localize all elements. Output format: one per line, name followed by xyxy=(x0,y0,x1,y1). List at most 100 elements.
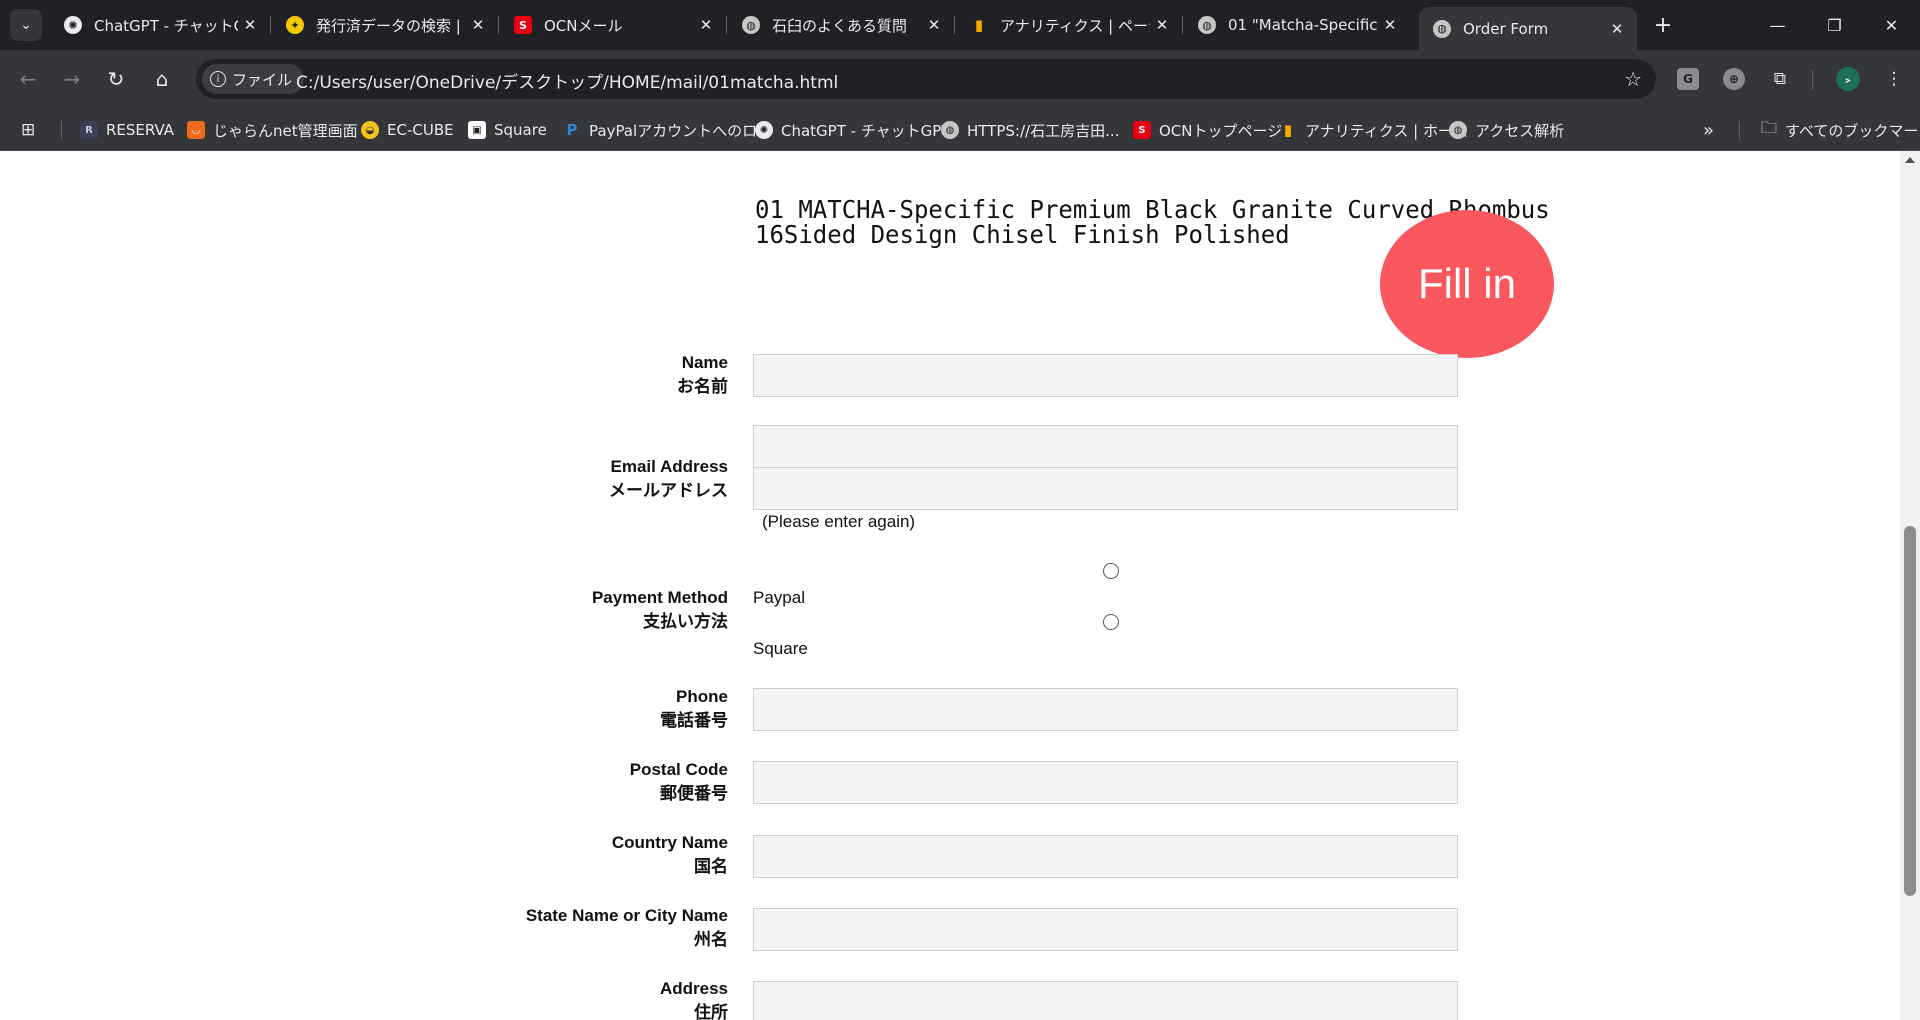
tab-title: 01 "Matcha-Specific" xyxy=(1228,16,1378,34)
extensions-button[interactable]: ⧉ xyxy=(1764,63,1796,95)
page-scrollbar[interactable] xyxy=(1900,151,1920,1020)
paypal-icon: P xyxy=(566,121,578,139)
order-form-page: 01 MATCHA-Specific Premium Black Granite… xyxy=(0,151,1900,1020)
new-tab-button[interactable]: + xyxy=(1649,12,1677,38)
phone-label: Phone 電話番号 xyxy=(660,687,728,730)
close-icon: ✕ xyxy=(1884,15,1899,35)
more-bookmarks-button[interactable]: » xyxy=(1703,119,1714,141)
postal-code-label: Postal Code 郵便番号 xyxy=(629,760,728,803)
close-icon[interactable]: ✕ xyxy=(466,13,490,37)
bookmark-access-analysis[interactable]: ◍ アクセス解析 xyxy=(1449,119,1564,141)
globe-icon: ◍ xyxy=(742,16,760,34)
close-icon[interactable]: ✕ xyxy=(238,13,262,37)
tab-faq[interactable]: ◍ 石臼のよくある質問 ✕ xyxy=(728,7,955,43)
all-bookmarks-button[interactable]: 🗀 すべてのブックマーク xyxy=(1761,118,1920,141)
extension-button-2[interactable]: ⊕ xyxy=(1718,63,1750,95)
email-confirm-note: (Please enter again) xyxy=(762,512,916,531)
tab-yamato[interactable]: ✦ 発行済データの検索 | ヤマト ✕ xyxy=(272,7,499,43)
reload-button[interactable]: ↻ xyxy=(100,63,132,95)
tab-title: 石臼のよくある質問 xyxy=(772,16,908,35)
plus-icon: + xyxy=(1653,12,1673,38)
menu-button[interactable]: ⋮ xyxy=(1878,63,1910,95)
more-vertical-icon: ⋮ xyxy=(1885,69,1903,89)
ocn-icon: S xyxy=(514,16,532,34)
square-radio[interactable] xyxy=(1103,614,1119,630)
scroll-up-arrow-icon[interactable] xyxy=(1905,157,1915,163)
bookmark-reserva[interactable]: R RESERVA xyxy=(80,119,174,141)
bookmark-paypal[interactable]: P PayPalアカウントへのロ... xyxy=(563,119,772,141)
back-button[interactable]: ← xyxy=(12,63,44,95)
bookmark-stone-workshop[interactable]: ◍ HTTPS://石工房吉田... xyxy=(941,119,1119,141)
tab-matcha[interactable]: ◍ 01 "Matcha-Specific" ✕ xyxy=(1184,7,1410,43)
address-label: Address 住所 xyxy=(659,979,728,1020)
avatar: ﹥ xyxy=(1836,67,1860,91)
site-info-chip[interactable]: i ファイル xyxy=(202,64,305,94)
paypal-radio[interactable] xyxy=(1103,563,1119,579)
chatgpt-icon: ✺ xyxy=(64,16,82,34)
bookmark-square[interactable]: ▣ Square xyxy=(468,119,547,141)
url-text[interactable]: C:/Users/user/OneDrive/デスクトップ/HOME/mail/… xyxy=(296,68,838,93)
reserva-icon: R xyxy=(80,121,98,139)
close-icon[interactable]: ✕ xyxy=(1150,13,1174,37)
star-icon[interactable]: ☆ xyxy=(1624,67,1642,91)
country-input[interactable] xyxy=(753,835,1458,878)
square-option-label: Square xyxy=(753,639,808,658)
tab-title: アナリティクス | ページと xyxy=(1000,16,1150,35)
tab-search-button[interactable]: ⌄ xyxy=(10,9,42,41)
phone-input[interactable] xyxy=(753,688,1458,731)
state-input[interactable] xyxy=(753,908,1458,951)
scrollbar-thumb[interactable] xyxy=(1904,526,1916,896)
close-icon[interactable]: ✕ xyxy=(1378,13,1402,37)
analytics-icon: ▮ xyxy=(974,16,984,34)
payment-method-label: Payment Method 支払い方法 xyxy=(591,588,728,631)
bookmark-ocn-top[interactable]: S OCNトップページ xyxy=(1133,119,1282,141)
address-input[interactable] xyxy=(753,981,1458,1020)
extension-button-1[interactable]: G xyxy=(1672,63,1704,95)
square-icon: ▣ xyxy=(468,121,486,139)
info-icon: i xyxy=(210,71,226,87)
globe-icon: ◍ xyxy=(1449,121,1467,139)
tab-order-form[interactable]: ◍ Order Form ✕ xyxy=(1419,7,1637,50)
tab-ocn-mail[interactable]: S OCNメール ✕ xyxy=(500,7,727,43)
tab-title: OCNメール xyxy=(544,16,623,35)
home-button[interactable]: ⌂ xyxy=(146,63,178,95)
forward-button[interactable]: → xyxy=(56,63,88,95)
bookmark-chatgpt[interactable]: ✺ ChatGPT - チャットGPT xyxy=(755,119,951,141)
eccube-icon: ◒ xyxy=(361,121,379,139)
bookmark-jalan[interactable]: ◡ じゃらんnet管理画面 xyxy=(187,119,358,141)
close-icon[interactable]: ✕ xyxy=(1605,17,1629,41)
bookmark-analytics[interactable]: ▮ アナリティクス | ホーム xyxy=(1279,119,1468,141)
restore-icon: ❐ xyxy=(1827,15,1842,35)
minimize-icon: — xyxy=(1769,15,1786,35)
name-label: Name お名前 xyxy=(677,353,728,396)
chatgpt-icon: ✺ xyxy=(755,121,773,139)
jalan-icon: ◡ xyxy=(187,121,205,139)
address-bar[interactable]: i ファイル C:/Users/user/OneDrive/デスクトップ/HOM… xyxy=(196,59,1656,99)
ocn-icon: S xyxy=(1133,121,1151,139)
email-input[interactable] xyxy=(753,425,1458,468)
fill-in-bubble: Fill in xyxy=(1380,210,1554,358)
arrow-left-icon: ← xyxy=(19,67,37,91)
bookmarks-bar: ⊞ R RESERVA ◡ じゃらんnet管理画面 ◒ EC-CUBE ▣ Sq… xyxy=(0,108,1920,151)
name-input[interactable] xyxy=(753,354,1458,397)
tab-strip: ⌄ ✺ ChatGPT - チャットGPT ✕ ✦ 発行済データの検索 | ヤマ… xyxy=(0,0,1920,50)
browser-toolbar: ← → ↻ ⌂ i ファイル C:/Users/user/OneDrive/デス… xyxy=(0,50,1920,108)
profile-button[interactable]: ﹥ xyxy=(1832,63,1864,95)
extension-lock-icon: ⊕ xyxy=(1723,68,1745,90)
home-icon: ⌂ xyxy=(155,67,169,91)
email-confirm-input[interactable] xyxy=(753,467,1458,510)
close-icon[interactable]: ✕ xyxy=(922,13,946,37)
postal-code-input[interactable] xyxy=(753,761,1458,804)
email-label: Email Address メールアドレス xyxy=(609,457,728,500)
restore-button[interactable]: ❐ xyxy=(1806,0,1863,50)
globe-icon: ◍ xyxy=(941,121,959,139)
bookmark-eccube[interactable]: ◒ EC-CUBE xyxy=(361,119,454,141)
site-info-label: ファイル xyxy=(232,70,293,89)
reload-icon: ↻ xyxy=(107,67,125,91)
close-window-button[interactable]: ✕ xyxy=(1863,0,1920,50)
minimize-button[interactable]: — xyxy=(1749,0,1806,50)
tab-analytics[interactable]: ▮ アナリティクス | ページと ✕ xyxy=(956,7,1183,43)
tab-chatgpt[interactable]: ✺ ChatGPT - チャットGPT ✕ xyxy=(50,7,271,43)
close-icon[interactable]: ✕ xyxy=(694,13,718,37)
apps-button[interactable]: ⊞ xyxy=(21,119,35,141)
